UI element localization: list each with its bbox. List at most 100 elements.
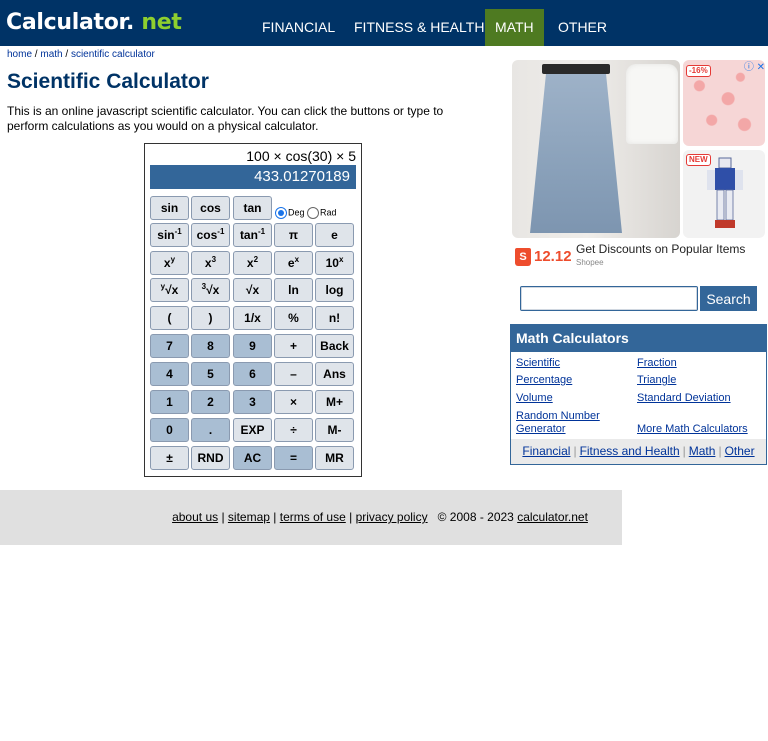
footer-site-link[interactable]: calculator.net xyxy=(517,510,588,524)
key-arctan[interactable]: tan-1 xyxy=(233,223,272,247)
key-5[interactable]: 5 xyxy=(191,362,230,386)
link-standard-deviation[interactable]: Standard Deviation xyxy=(637,392,731,405)
link-percentage[interactable]: Percentage xyxy=(516,374,572,387)
key-3[interactable]: 3 xyxy=(233,390,272,414)
category-math[interactable]: Math xyxy=(689,444,716,458)
footer-privacy-link[interactable]: privacy policy xyxy=(356,510,428,524)
link-fraction[interactable]: Fraction xyxy=(637,357,677,370)
key-all-clear[interactable]: AC xyxy=(233,446,272,470)
key-random[interactable]: RND xyxy=(191,446,230,470)
shopping-bag-icon: S xyxy=(515,248,531,266)
link-volume[interactable]: Volume xyxy=(516,392,553,405)
advertisement[interactable]: -16% NEW ⓘ ✕ S 12.12 Get Discounts on Po… xyxy=(511,58,766,270)
key-plus[interactable]: + xyxy=(274,334,313,358)
key-plus-minus[interactable]: ± xyxy=(150,446,189,470)
key-minus[interactable]: – xyxy=(274,362,313,386)
key-x-power-y-sup: y xyxy=(170,255,176,264)
site-logo[interactable]: Calculator. net xyxy=(6,9,182,37)
key-ten-power-x-sup: x xyxy=(338,255,344,264)
link-scientific[interactable]: Scientific xyxy=(516,357,560,370)
key-1[interactable]: 1 xyxy=(150,390,189,414)
category-financial[interactable]: Financial xyxy=(522,444,570,458)
footer-sitemap-link[interactable]: sitemap xyxy=(228,510,270,524)
breadcrumb-math[interactable]: math xyxy=(40,49,62,60)
link-triangle[interactable]: Triangle xyxy=(637,374,676,387)
key-9[interactable]: 9 xyxy=(233,334,272,358)
key-x-cubed-sup: 3 xyxy=(211,255,217,264)
category-other[interactable]: Other xyxy=(725,444,755,458)
key-x-squared[interactable]: x2 xyxy=(233,251,272,275)
key-multiply[interactable]: × xyxy=(274,390,313,414)
rad-radio[interactable] xyxy=(307,206,320,219)
key-6[interactable]: 6 xyxy=(233,362,272,386)
breadcrumb-home[interactable]: home xyxy=(7,49,32,60)
category-fitness-health[interactable]: Fitness and Health xyxy=(580,444,680,458)
key-square-root[interactable]: √x xyxy=(233,278,272,302)
key-tan[interactable]: tan xyxy=(233,196,272,220)
key-8[interactable]: 8 xyxy=(191,334,230,358)
key-ln[interactable]: ln xyxy=(274,278,313,302)
key-4[interactable]: 4 xyxy=(150,362,189,386)
key-y-root-x[interactable]: y√x xyxy=(150,278,189,302)
key-2[interactable]: 2 xyxy=(191,390,230,414)
key-arcsin-label: sin xyxy=(157,228,175,242)
key-ans[interactable]: Ans xyxy=(315,362,354,386)
ad-product-image-skirt[interactable] xyxy=(512,60,680,238)
key-divide[interactable]: ÷ xyxy=(274,418,313,442)
ad-headline[interactable]: Get Discounts on Popular Items xyxy=(576,242,745,256)
search-input[interactable] xyxy=(520,286,698,311)
search-button[interactable]: Search xyxy=(700,286,757,311)
footer-terms-link[interactable]: terms of use xyxy=(280,510,346,524)
key-back[interactable]: Back xyxy=(315,334,354,358)
footer-about-us-link[interactable]: about us xyxy=(172,510,218,524)
key-x-squared-base: x xyxy=(246,256,254,270)
key-e[interactable]: e xyxy=(315,223,354,247)
rad-label: Rad xyxy=(320,207,337,218)
nav-math[interactable]: MATH xyxy=(485,9,544,46)
key-equals[interactable]: = xyxy=(274,446,313,470)
footer-separator: | xyxy=(345,510,356,524)
ad-product-image-robot[interactable]: NEW xyxy=(683,150,765,238)
breadcrumb-separator: / xyxy=(62,49,71,60)
key-exp[interactable]: EXP xyxy=(233,418,272,442)
key-cube-root[interactable]: 3√x xyxy=(191,278,230,302)
key-memory-minus[interactable]: M- xyxy=(315,418,354,442)
key-decimal[interactable]: . xyxy=(191,418,230,442)
key-pi[interactable]: π xyxy=(274,223,313,247)
key-e-power-x[interactable]: ex xyxy=(274,251,313,275)
link-more-math-calculators[interactable]: More Math Calculators xyxy=(637,423,748,436)
footer-separator: | xyxy=(269,510,280,524)
nav-other[interactable]: OTHER xyxy=(548,9,617,46)
key-arcsin[interactable]: sin-1 xyxy=(150,223,189,247)
key-percent[interactable]: % xyxy=(274,306,313,330)
key-log[interactable]: log xyxy=(315,278,354,302)
deg-radio[interactable] xyxy=(275,206,287,219)
key-0[interactable]: 0 xyxy=(150,418,189,442)
key-right-paren[interactable]: ) xyxy=(191,306,230,330)
nav-financial[interactable]: FINANCIAL xyxy=(252,9,345,46)
key-cos[interactable]: cos xyxy=(191,196,230,220)
logo-text: Calculator xyxy=(6,10,126,35)
nav-fitness-health[interactable]: FITNESS & HEALTH xyxy=(344,9,494,46)
adchoices-icon[interactable]: ⓘ ✕ xyxy=(744,58,765,73)
key-x-cubed[interactable]: x3 xyxy=(191,251,230,275)
breadcrumb-current[interactable]: scientific calculator xyxy=(71,49,155,60)
calc-expression-display: 100 × cos(30) × 5 xyxy=(246,148,356,164)
denim-skirt-shape xyxy=(530,68,622,233)
link-random-number-generator[interactable]: Random Number Generator xyxy=(516,410,616,436)
key-x-power-y[interactable]: xy xyxy=(150,251,189,275)
footer-links: about us | sitemap | terms of use | priv… xyxy=(0,509,760,525)
discount-badge: -16% xyxy=(686,65,711,77)
key-memory-recall[interactable]: MR xyxy=(315,446,354,470)
key-sin[interactable]: sin xyxy=(150,196,189,220)
key-left-paren[interactable]: ( xyxy=(150,306,189,330)
key-reciprocal[interactable]: 1/x xyxy=(233,306,272,330)
key-factorial[interactable]: n! xyxy=(315,306,354,330)
key-memory-plus[interactable]: M+ xyxy=(315,390,354,414)
key-ten-power-x[interactable]: 10x xyxy=(315,251,354,275)
key-7[interactable]: 7 xyxy=(150,334,189,358)
sale-date-text: 12.12 xyxy=(534,248,572,265)
key-arccos[interactable]: cos-1 xyxy=(191,223,230,247)
category-separator: | xyxy=(573,444,577,458)
key-e-power-x-sup: x xyxy=(294,255,300,264)
